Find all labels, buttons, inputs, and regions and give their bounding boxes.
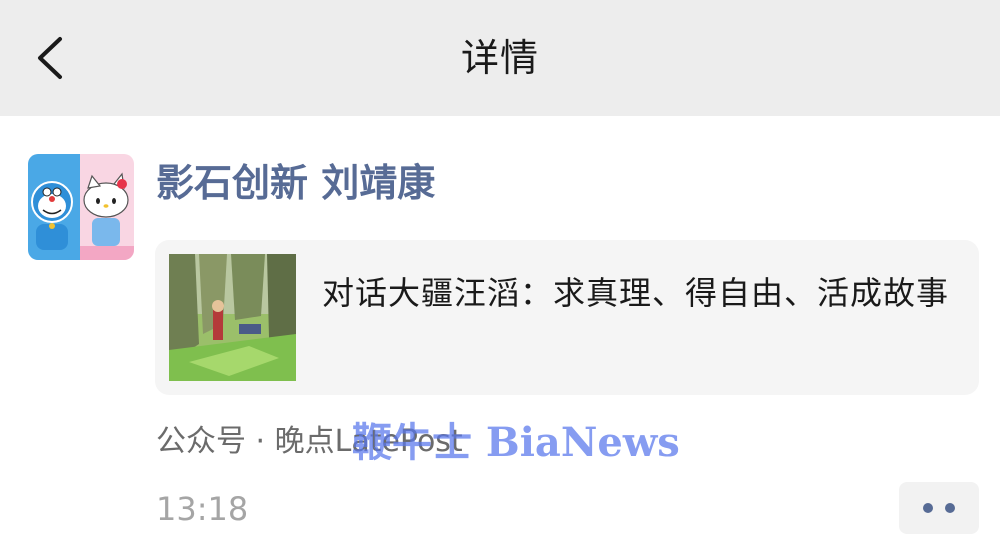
watermark: 鞭牛士 BiaNews [352,419,680,466]
more-button[interactable] [899,482,979,534]
avatar[interactable] [28,154,134,260]
more-dots-icon [923,503,933,513]
source-label: 公众号 · 晚点 [156,424,335,459]
avatar-left-character [28,154,80,260]
more-dots-icon [945,503,955,513]
article-title: 对话大疆汪滔：求真理、得自由、活成故事 [322,274,950,312]
avatar-right-character [80,154,134,260]
article-thumbnail [169,254,296,381]
author-name[interactable]: 影石创新 刘靖康 [156,158,435,208]
post-time: 13:18 [156,490,249,528]
top-bar: 详情 [0,0,1000,116]
article-card[interactable]: 对话大疆汪滔：求真理、得自由、活成故事 [155,240,979,395]
page-title: 详情 [460,36,539,80]
